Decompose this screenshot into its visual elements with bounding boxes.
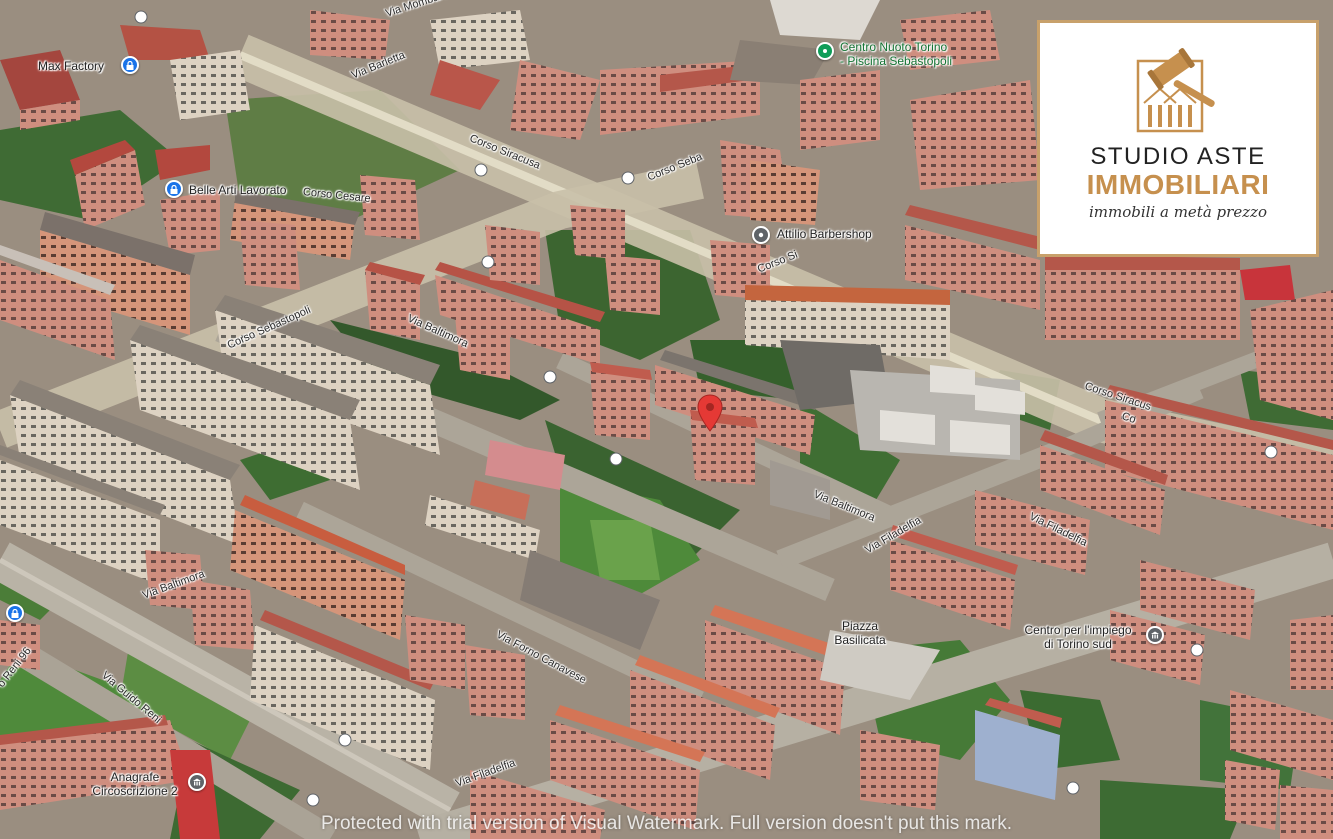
poi-label-max-factory[interactable]: Max Factory <box>38 59 104 73</box>
poi-label-line: di Torino sud <box>1044 637 1112 651</box>
government-building-icon[interactable] <box>188 773 206 791</box>
poi-label-line: Anagrafe <box>110 770 160 784</box>
swimming-pin-icon[interactable] <box>816 42 834 60</box>
logo-subtitle: IMMOBILIARI <box>1086 169 1270 200</box>
lock-icon[interactable] <box>165 180 183 198</box>
poi-label-anagrafe[interactable]: Anagrafe Circoscrizione 2 <box>80 770 190 798</box>
barbershop-pin-icon[interactable] <box>752 226 770 244</box>
lock-icon[interactable] <box>121 56 139 74</box>
trial-watermark: Protected with trial version of Visual W… <box>320 813 1013 834</box>
poi-label-line: - Piscina Sebastopoli <box>840 54 953 68</box>
poi-label-line: Basilicata <box>834 633 886 647</box>
lock-icon[interactable] <box>6 604 24 622</box>
studio-aste-logo: STUDIO ASTE IMMOBILIARI immobili a metà … <box>1037 20 1319 257</box>
gavel-house-icon <box>1136 48 1215 133</box>
poi-label-belle-arti[interactable]: Belle Arti Lavorato <box>189 183 286 197</box>
poi-label-centro-impiego[interactable]: Centro per l'impiego di Torino sud <box>1012 623 1144 651</box>
logo-tagline: immobili a metà prezzo <box>1088 203 1268 221</box>
location-pin-icon[interactable] <box>697 394 723 432</box>
poi-label-piazza-basilicata[interactable]: Piazza Basilicata <box>825 619 895 647</box>
poi-label-centro-nuoto[interactable]: Centro Nuoto Torino - Piscina Sebastopol… <box>840 40 952 68</box>
poi-label-line: Centro per l'impiego <box>1024 623 1132 637</box>
poi-label-line: Piazza <box>841 619 879 633</box>
government-building-icon[interactable] <box>1146 626 1164 644</box>
logo-title: STUDIO ASTE <box>1090 143 1266 170</box>
poi-label-line: Circoscrizione 2 <box>92 784 178 798</box>
poi-label-line: Centro Nuoto Torino <box>840 40 948 54</box>
poi-label-attilio[interactable]: Attilio Barbershop <box>777 227 872 241</box>
